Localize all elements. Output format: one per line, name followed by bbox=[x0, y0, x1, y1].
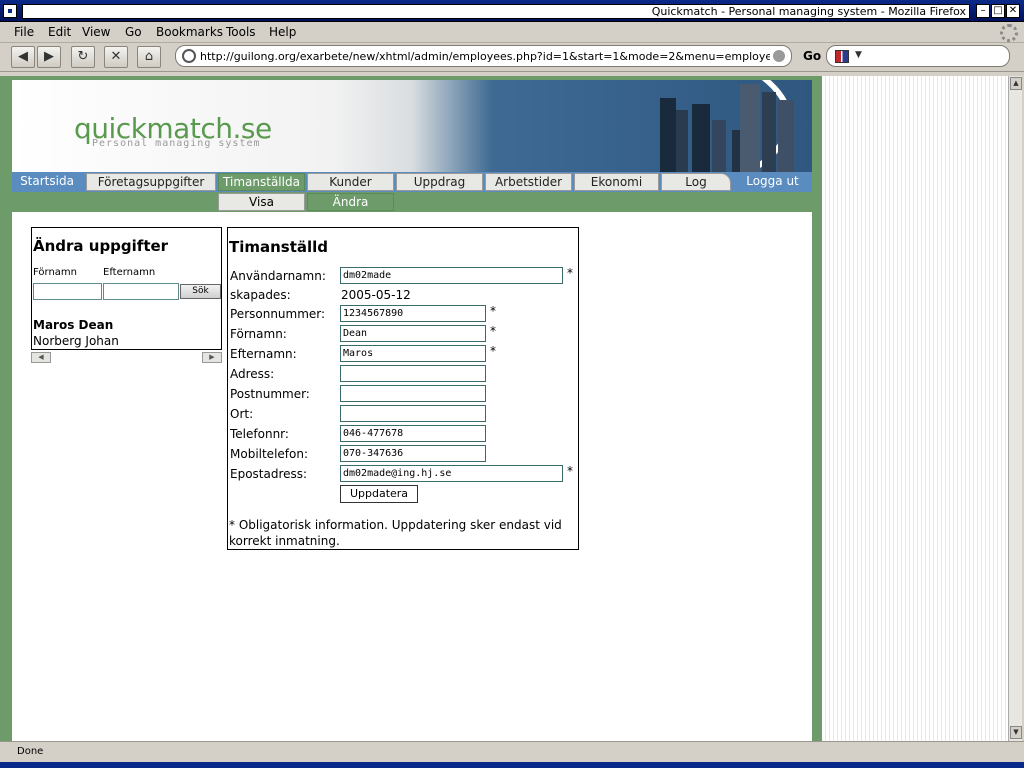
efternamn-input[interactable]: Maros bbox=[340, 345, 486, 362]
update-button[interactable]: Uppdatera bbox=[340, 485, 418, 503]
minimize-icon[interactable]: – bbox=[976, 4, 990, 18]
page-vertical-scrollbar[interactable]: ▲ ▼ bbox=[1008, 76, 1022, 741]
go-arrow-icon[interactable] bbox=[773, 50, 785, 62]
field-label-adress: Adress: bbox=[230, 367, 275, 381]
form-title: Timanställd bbox=[229, 238, 329, 256]
first-name-label: Förnamn bbox=[33, 267, 77, 278]
menu-view[interactable]: View bbox=[82, 25, 110, 39]
mobiltelefon-input[interactable]: 070-347636 bbox=[340, 445, 486, 462]
epostadress-input[interactable]: dm02made@ing.hj.se bbox=[340, 465, 563, 482]
result-item-selected[interactable]: Maros Dean bbox=[33, 318, 113, 332]
page-background-stripes bbox=[822, 76, 1008, 741]
created-date-value: 2005-05-12 bbox=[341, 288, 411, 302]
nav-kunder[interactable]: Kunder bbox=[307, 173, 394, 191]
result-item[interactable]: Norberg Johan bbox=[33, 334, 119, 348]
fornamn-input[interactable]: Dean bbox=[340, 325, 486, 342]
required-info-note: * Obligatorisk information. Uppdatering … bbox=[229, 518, 562, 548]
field-label-mobiltelefon: Mobiltelefon: bbox=[230, 447, 308, 461]
required-mark: * bbox=[490, 304, 496, 318]
search-box[interactable]: ▼ bbox=[826, 45, 1010, 67]
required-mark: * bbox=[567, 464, 573, 478]
username-input[interactable]: dm02made bbox=[340, 267, 563, 284]
title-bar: Quickmatch - Personal managing system - … bbox=[0, 0, 1024, 22]
window-title: Quickmatch - Personal managing system - … bbox=[22, 4, 970, 19]
nav-ekonomi[interactable]: Ekonomi bbox=[574, 173, 659, 191]
menu-go[interactable]: Go bbox=[125, 25, 142, 39]
field-label-username: Användarnamn: bbox=[230, 269, 326, 283]
close-icon[interactable]: ✕ bbox=[1006, 4, 1020, 18]
scroll-down-icon[interactable]: ▼ bbox=[1010, 726, 1022, 739]
adress-input[interactable] bbox=[340, 365, 486, 382]
nav-logga-ut[interactable]: Logga ut bbox=[735, 173, 810, 191]
last-name-search-input[interactable] bbox=[103, 283, 179, 300]
menu-help[interactable]: Help bbox=[269, 25, 296, 39]
first-name-search-input[interactable] bbox=[33, 283, 102, 300]
field-label-created: skapades: bbox=[230, 288, 291, 302]
window-menu-icon[interactable] bbox=[3, 4, 17, 18]
back-icon[interactable]: ◀ bbox=[11, 46, 35, 68]
status-bar: Done bbox=[0, 741, 1024, 762]
address-bar[interactable]: http://guilong.org/exarbete/new/xhtml/ad… bbox=[175, 45, 792, 67]
field-label-fornamn: Förnamn: bbox=[230, 327, 287, 341]
menu-bar: File Edit View Go Bookmarks Tools Help bbox=[0, 22, 1024, 43]
required-mark: * bbox=[490, 324, 496, 338]
search-panel-title: Ändra uppgifter bbox=[33, 237, 169, 255]
subnav-visa[interactable]: Visa bbox=[218, 193, 305, 211]
forward-icon[interactable]: ▶ bbox=[37, 46, 61, 68]
page-viewport: quickmatch.se Personal managing system S… bbox=[0, 76, 1008, 741]
browser-window: Quickmatch - Personal managing system - … bbox=[0, 0, 1024, 768]
search-panel-scrollbar[interactable]: ◀ ▶ bbox=[31, 352, 222, 364]
field-label-postnummer: Postnummer: bbox=[230, 387, 310, 401]
site-identity-icon bbox=[182, 49, 196, 63]
home-icon[interactable]: ⌂ bbox=[137, 46, 161, 68]
chevron-down-icon[interactable]: ▼ bbox=[855, 50, 862, 60]
field-label-personnummer: Personnummer: bbox=[230, 307, 326, 321]
go-button[interactable]: Go bbox=[803, 49, 821, 63]
required-mark: * bbox=[490, 344, 496, 358]
personnummer-input[interactable]: 1234567890 bbox=[340, 305, 486, 322]
menu-tools[interactable]: Tools bbox=[226, 25, 256, 39]
telefonnr-input[interactable]: 046-477678 bbox=[340, 425, 486, 442]
maximize-icon[interactable]: □ bbox=[991, 4, 1005, 18]
menu-bookmarks[interactable]: Bookmarks bbox=[156, 25, 223, 39]
last-name-label: Efternamn bbox=[103, 267, 156, 278]
search-panel: Ändra uppgifter Förnamn Efternamn Sök Ma… bbox=[31, 227, 222, 350]
nav-arbetstider[interactable]: Arbetstider bbox=[485, 173, 572, 191]
field-label-efternamn: Efternamn: bbox=[230, 347, 297, 361]
required-mark: * bbox=[567, 266, 573, 280]
loading-throbber-icon bbox=[1000, 24, 1018, 42]
nav-timanstallda[interactable]: Timanställda bbox=[218, 173, 305, 191]
site-tagline: Personal managing system bbox=[92, 138, 261, 149]
menu-edit[interactable]: Edit bbox=[48, 25, 71, 39]
taskbar-strip bbox=[0, 762, 1024, 768]
reload-icon[interactable]: ↻ bbox=[71, 46, 95, 68]
nav-log[interactable]: Log bbox=[661, 173, 731, 191]
ort-input[interactable] bbox=[340, 405, 486, 422]
subnav-andra[interactable]: Ändra bbox=[307, 193, 394, 211]
scroll-left-icon[interactable]: ◀ bbox=[31, 352, 51, 363]
scroll-up-icon[interactable]: ▲ bbox=[1010, 77, 1022, 90]
search-engine-icon[interactable] bbox=[835, 50, 849, 63]
url-text[interactable]: http://guilong.org/exarbete/new/xhtml/ad… bbox=[200, 50, 770, 63]
nav-uppdrag[interactable]: Uppdrag bbox=[396, 173, 483, 191]
nav-startsida[interactable]: Startsida bbox=[14, 173, 80, 191]
field-label-ort: Ort: bbox=[230, 407, 254, 421]
stop-icon[interactable]: ✕ bbox=[104, 46, 128, 68]
search-button[interactable]: Sök bbox=[180, 284, 221, 299]
site-header-banner: quickmatch.se Personal managing system bbox=[12, 80, 812, 172]
field-label-epostadress: Epostadress: bbox=[230, 467, 308, 481]
nav-foretagsuppgifter[interactable]: Företagsuppgifter bbox=[86, 173, 216, 191]
scroll-right-icon[interactable]: ▶ bbox=[202, 352, 222, 363]
menu-file[interactable]: File bbox=[14, 25, 34, 39]
status-text: Done bbox=[17, 746, 44, 757]
postnummer-input[interactable] bbox=[340, 385, 486, 402]
field-label-telefonnr: Telefonnr: bbox=[230, 427, 289, 441]
employee-form: Timanställd Användarnamn: dm02made * ska… bbox=[227, 227, 579, 550]
